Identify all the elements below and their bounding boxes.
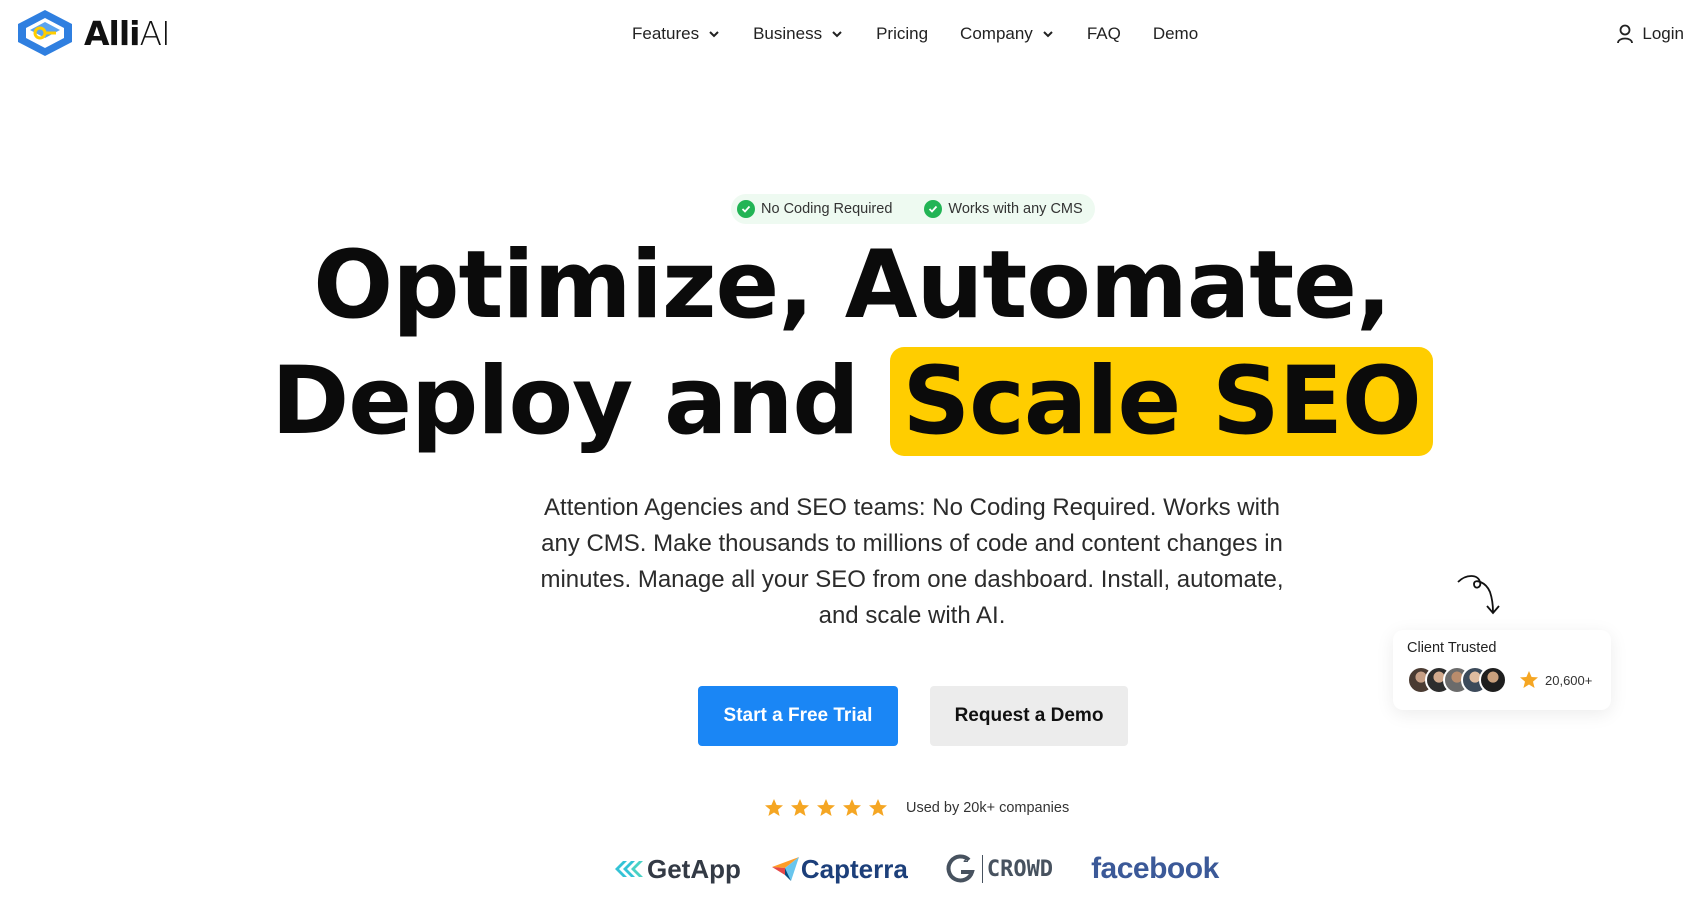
brand-name-light: AI <box>139 13 170 53</box>
nav-label: Demo <box>1152 24 1199 43</box>
request-demo-button[interactable]: Request a Demo <box>930 686 1128 746</box>
allai-logo[interactable]: AlliAI <box>16 8 171 58</box>
check-circle-icon <box>924 200 943 218</box>
main-menu: Features Business Pricing Company FAQ De… <box>632 24 1198 44</box>
brand-name-bold: Alli <box>84 13 140 53</box>
nav-label: Features <box>632 24 700 43</box>
brand-name: AlliAI <box>84 13 171 53</box>
crowd-label: CROWD <box>986 856 1054 882</box>
badge-no-coding: No Coding Required <box>737 200 892 218</box>
getapp-label: GetApp <box>647 853 741 884</box>
headline-highlight: Scale SEO <box>890 347 1433 456</box>
client-trusted-title: Client Trusted <box>1407 640 1497 656</box>
chevron-down-icon <box>709 31 719 38</box>
capterra-logo-icon <box>771 857 799 881</box>
badge-any-cms: Works with any CMS <box>924 200 1083 218</box>
getapp-logo[interactable]: GetApp <box>613 854 741 885</box>
badge-label: No Coding Required <box>761 201 893 217</box>
avatar <box>1479 666 1507 694</box>
facebook-logo[interactable]: facebook <box>1091 852 1219 886</box>
star-icon <box>765 799 783 816</box>
user-icon <box>1617 24 1634 44</box>
capterra-logo[interactable]: Capterra <box>771 854 908 885</box>
star-icon <box>869 799 887 816</box>
g2-crowd-logo-icon: 2 <box>946 854 975 883</box>
chevron-down-icon <box>832 31 842 38</box>
feature-badges: No Coding Required Works with any CMS <box>731 194 1095 224</box>
five-star-rating <box>764 798 894 818</box>
nav-item-business[interactable]: Business <box>753 24 844 44</box>
star-icon <box>1520 671 1538 688</box>
headline-line-2: Deploy and Scale SEO <box>0 344 1704 460</box>
svg-text:2: 2 <box>963 855 969 864</box>
check-circle-icon <box>737 200 755 218</box>
facebook-label: facebook <box>1091 852 1219 885</box>
login-link[interactable]: Login <box>1616 24 1684 44</box>
client-trusted-row: 20,600+ <box>1407 666 1597 694</box>
g2-crowd-logo[interactable]: 2 CROWD <box>944 852 1053 886</box>
allai-logo-icon <box>18 10 72 56</box>
hero-headline: Optimize, Automate, Deploy and Scale SEO <box>0 228 1704 460</box>
nav-item-company[interactable]: Company <box>960 24 1055 44</box>
headline-line-1: Optimize, Automate, <box>313 231 1391 340</box>
nav-label: Company <box>960 24 1033 43</box>
nav-item-demo[interactable]: Demo <box>1153 24 1198 44</box>
hero-subtext: Attention Agencies and SEO teams: No Cod… <box>540 494 1284 629</box>
client-count-value: 20,600+ <box>1545 672 1593 688</box>
login-label: Login <box>1642 24 1684 43</box>
client-trusted-card: Client Trusted 20,600+ <box>1393 630 1611 710</box>
client-count: 20,600+ <box>1519 670 1592 690</box>
nav-label: FAQ <box>1086 24 1121 43</box>
top-navigation: AlliAI Features Business Pricing Company… <box>0 0 1704 70</box>
headline-plain: Deploy and <box>271 347 860 456</box>
logo-divider <box>981 855 983 883</box>
star-icon <box>817 799 835 816</box>
nav-item-features[interactable]: Features <box>632 24 721 44</box>
star-icon <box>791 799 809 816</box>
star-icon <box>843 799 861 816</box>
nav-item-pricing[interactable]: Pricing <box>876 24 928 44</box>
nav-label: Pricing <box>876 24 929 43</box>
getapp-logo-icon <box>615 861 643 877</box>
used-by-text: Used by 20k+ companies <box>906 800 1070 816</box>
capterra-label: Capterra <box>800 853 908 884</box>
start-free-trial-button[interactable]: Start a Free Trial <box>698 686 898 746</box>
chevron-down-icon <box>1043 31 1053 38</box>
review-platform-logos: GetApp Capterra 2 CROWD facebook <box>613 852 1219 886</box>
client-avatars <box>1407 666 1507 694</box>
social-proof-rating: Used by 20k+ companies <box>764 798 1069 818</box>
nav-item-faq[interactable]: FAQ <box>1087 24 1121 44</box>
nav-label: Business <box>753 24 823 43</box>
badge-label: Works with any CMS <box>948 201 1083 217</box>
curved-arrow-icon <box>1457 575 1500 615</box>
